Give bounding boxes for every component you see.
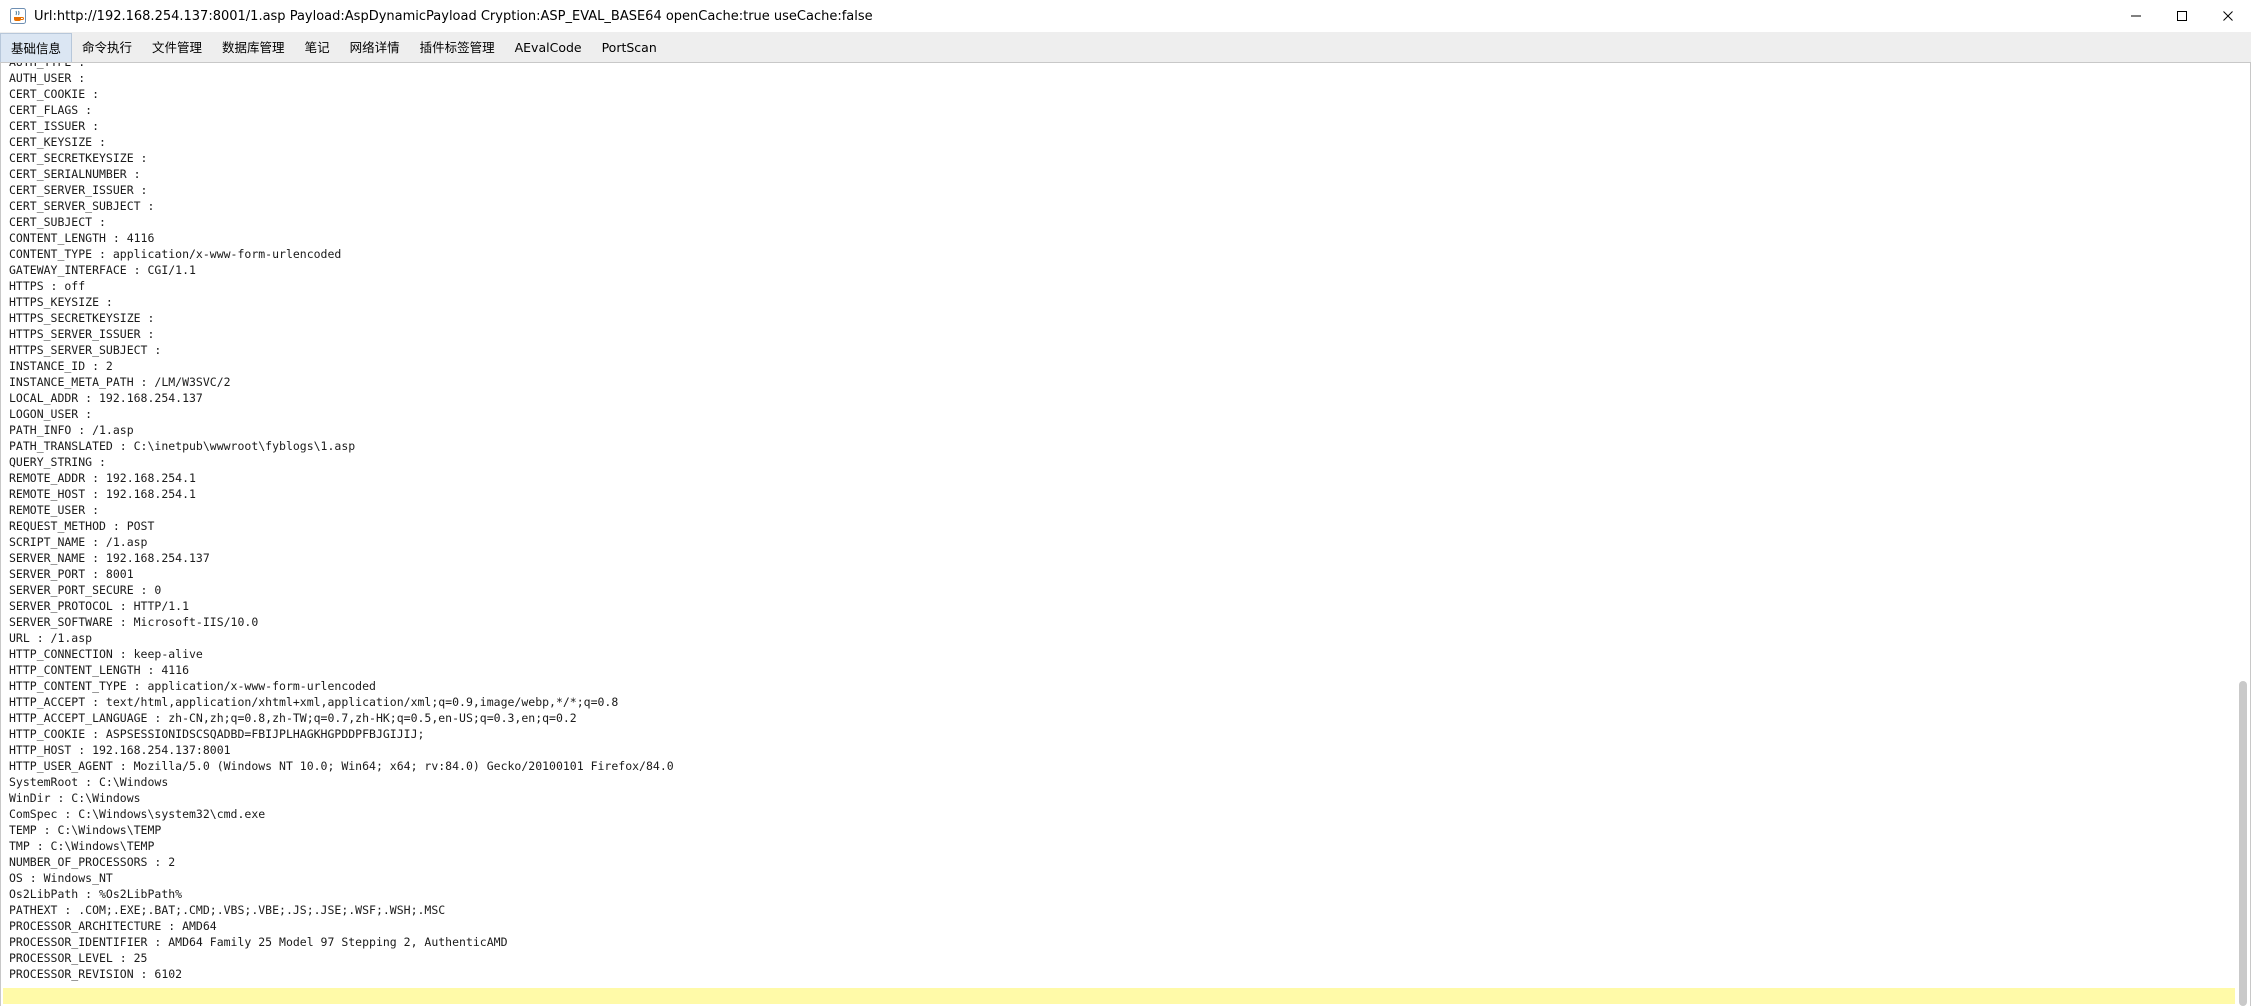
output-line: HTTP_COOKIE : ASPSESSIONIDSCSQADBD=FBIJP… <box>9 727 425 741</box>
tab-bar: 基础信息 命令执行 文件管理 数据库管理 笔记 网络详情 插件标签管理 AEva… <box>0 32 2251 63</box>
output-line: CERT_SERVER_ISSUER : <box>9 183 148 197</box>
maximize-icon <box>2177 11 2187 21</box>
tab-command-exec[interactable]: 命令执行 <box>72 33 142 62</box>
output-line: LOCAL_ADDR : 192.168.254.137 <box>9 391 203 405</box>
output-line: CONTENT_LENGTH : 4116 <box>9 231 155 245</box>
output-line: HTTP_ACCEPT : text/html,application/xhtm… <box>9 695 619 709</box>
output-line: INSTANCE_ID : 2 <box>9 359 113 373</box>
tab-notes[interactable]: 笔记 <box>295 33 340 62</box>
output-line: REMOTE_HOST : 192.168.254.1 <box>9 487 196 501</box>
output-line: HTTP_CONTENT_LENGTH : 4116 <box>9 663 190 677</box>
server-variables-text[interactable]: AUTH_TYPE :AUTH_USER : CERT_COOKIE : CERT_… <box>9 63 674 982</box>
minimize-icon <box>2131 15 2141 17</box>
output-line: PROCESSOR_ARCHITECTURE : AMD64 <box>9 919 217 933</box>
output-line: HTTP_CONTENT_TYPE : application/x-www-fo… <box>9 679 376 693</box>
minimize-button[interactable] <box>2113 0 2159 32</box>
output-line: HTTPS_SECRETKEYSIZE : <box>9 311 155 325</box>
output-line: PROCESSOR_REVISION : 6102 <box>9 967 183 981</box>
output-line: HTTPS : off <box>9 279 86 293</box>
window-controls <box>2113 0 2251 32</box>
close-button[interactable] <box>2205 0 2251 32</box>
output-line: CERT_KEYSIZE : <box>9 135 106 149</box>
output-line: SERVER_NAME : 192.168.254.137 <box>9 551 210 565</box>
tab-file-manager[interactable]: 文件管理 <box>142 33 212 62</box>
output-line: CERT_SERVER_SUBJECT : <box>9 199 155 213</box>
output-line: HTTP_CONNECTION : keep-alive <box>9 647 203 661</box>
output-line: PATH_INFO : /1.asp <box>9 423 134 437</box>
output-line: AUTH_USER : <box>9 71 86 85</box>
output-line: HTTPS_KEYSIZE : <box>9 295 113 309</box>
basic-info-panel[interactable]: AUTH_TYPE :AUTH_USER : CERT_COOKIE : CERT_… <box>0 63 2251 1006</box>
output-line: HTTPS_SERVER_ISSUER : <box>9 327 155 341</box>
output-line: OS : Windows_NT <box>9 871 113 885</box>
output-line: HTTP_HOST : 192.168.254.137:8001 <box>9 743 231 757</box>
output-line: SERVER_SOFTWARE : Microsoft-IIS/10.0 <box>9 615 259 629</box>
output-line: REMOTE_USER : <box>9 503 100 517</box>
output-line: Os2LibPath : %Os2LibPath% <box>9 887 183 901</box>
output-line: PATH_TRANSLATED : C:\inetpub\wwwroot\fyb… <box>9 439 356 453</box>
output-line: PROCESSOR_LEVEL : 25 <box>9 951 148 965</box>
output-line: SERVER_PORT : 8001 <box>9 567 134 581</box>
vertical-scrollbar[interactable] <box>2236 63 2250 1006</box>
output-line: TEMP : C:\Windows\TEMP <box>9 823 162 837</box>
output-line: PROCESSOR_IDENTIFIER : AMD64 Family 25 M… <box>9 935 508 949</box>
tab-aevalcode[interactable]: AEvalCode <box>505 33 592 62</box>
output-line: AUTH_TYPE : <box>9 63 674 70</box>
output-line: WinDir : C:\Windows <box>9 791 141 805</box>
output-line: TMP : C:\Windows\TEMP <box>9 839 155 853</box>
output-line: CERT_ISSUER : <box>9 119 100 133</box>
tab-portscan[interactable]: PortScan <box>592 33 667 62</box>
output-line: CERT_SECRETKEYSIZE : <box>9 151 148 165</box>
output-line: CERT_SUBJECT : <box>9 215 106 229</box>
output-line: SCRIPT_NAME : /1.asp <box>9 535 148 549</box>
output-line: SERVER_PROTOCOL : HTTP/1.1 <box>9 599 190 613</box>
title-bar[interactable]: Url:http://192.168.254.137:8001/1.asp Pa… <box>0 0 2251 32</box>
output-line: GATEWAY_INTERFACE : CGI/1.1 <box>9 263 196 277</box>
output-line: LOGON_USER : <box>9 407 93 421</box>
tab-plugin-tag-manager[interactable]: 插件标签管理 <box>410 33 505 62</box>
output-line: SERVER_PORT_SECURE : 0 <box>9 583 162 597</box>
app-window: Url:http://192.168.254.137:8001/1.asp Pa… <box>0 0 2251 1006</box>
output-line: NUMBER_OF_PROCESSORS : 2 <box>9 855 176 869</box>
maximize-button[interactable] <box>2159 0 2205 32</box>
output-line: CERT_SERIALNUMBER : <box>9 167 141 181</box>
java-cup-icon <box>10 8 26 24</box>
output-line: HTTP_ACCEPT_LANGUAGE : zh-CN,zh;q=0.8,zh… <box>9 711 577 725</box>
output-line: HTTP_USER_AGENT : Mozilla/5.0 (Windows N… <box>9 759 674 773</box>
output-line: HTTPS_SERVER_SUBJECT : <box>9 343 162 357</box>
output-line: SystemRoot : C:\Windows <box>9 775 169 789</box>
output-line: URL : /1.asp <box>9 631 93 645</box>
output-line: PATHEXT : .COM;.EXE;.BAT;.CMD;.VBS;.VBE;… <box>9 903 446 917</box>
output-line: INSTANCE_META_PATH : /LM/W3SVC/2 <box>9 375 231 389</box>
window-title: Url:http://192.168.254.137:8001/1.asp Pa… <box>34 8 873 24</box>
tab-basic-info[interactable]: 基础信息 <box>0 33 73 62</box>
output-line: QUERY_STRING : <box>9 455 106 469</box>
tab-database-manager[interactable]: 数据库管理 <box>212 33 295 62</box>
scrollbar-thumb[interactable] <box>2239 681 2247 1006</box>
output-line: REMOTE_ADDR : 192.168.254.1 <box>9 471 196 485</box>
output-line: REQUEST_METHOD : POST <box>9 519 155 533</box>
output-line: CERT_FLAGS : <box>9 103 93 117</box>
output-line: CERT_COOKIE : <box>9 87 100 101</box>
current-line-highlight <box>3 988 2235 1004</box>
tab-network-details[interactable]: 网络详情 <box>340 33 410 62</box>
output-line: ComSpec : C:\Windows\system32\cmd.exe <box>9 807 266 821</box>
output-line: CONTENT_TYPE : application/x-www-form-ur… <box>9 247 342 261</box>
close-icon <box>2223 11 2233 21</box>
